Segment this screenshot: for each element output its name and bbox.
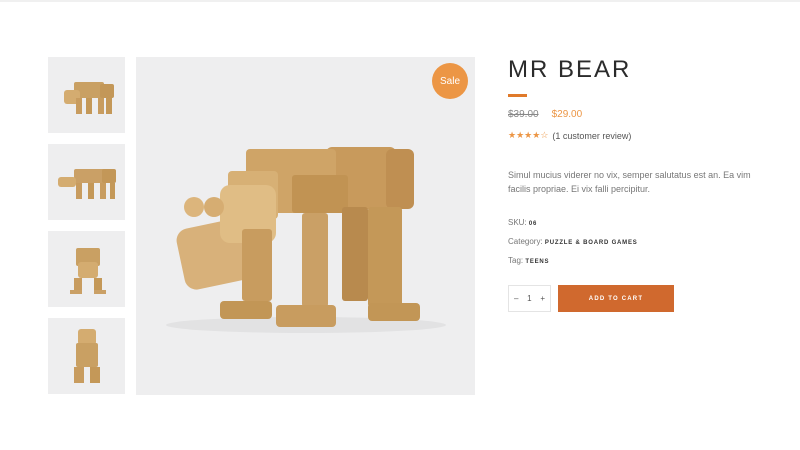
sku-value: 06 <box>528 221 538 227</box>
product-meta: SKU: 06 Category: PUZZLE & BOARD GAMES T… <box>508 218 778 267</box>
category-row: Category: PUZZLE & BOARD GAMES <box>508 237 778 248</box>
top-divider <box>0 0 800 2</box>
sku-row: SKU: 06 <box>508 218 778 229</box>
sale-price: $29.00 <box>551 109 583 120</box>
bear-thumbnail-image <box>57 169 116 199</box>
thumbnail-4[interactable] <box>48 318 125 394</box>
thumbnail-3[interactable] <box>48 231 125 307</box>
thumbnail-1[interactable] <box>48 57 125 133</box>
tag-label: Tag: <box>508 256 524 265</box>
product-description: Simul mucius viderer no vix, semper salu… <box>508 170 751 194</box>
sku-label: SKU: <box>508 218 527 227</box>
product-summary: MR BEAR $39.00 $29.00 ★★★★☆ (1 customer … <box>508 56 778 312</box>
star-empty-icon: ☆ <box>540 130 549 140</box>
bear-thumbnail-image <box>63 82 114 114</box>
thumbnail-2[interactable] <box>48 144 125 220</box>
thumbnail-gallery <box>48 57 125 405</box>
tag-link[interactable]: TEENS <box>525 259 549 265</box>
add-to-cart-button[interactable]: ADD TO CART <box>558 285 674 312</box>
star-filled-icon: ★ <box>516 130 525 140</box>
quantity-value[interactable]: 1 <box>527 294 531 303</box>
decrease-quantity-button[interactable]: – <box>514 294 518 303</box>
star-rating: ★★★★☆ <box>508 130 548 141</box>
price-block: $39.00 $29.00 <box>508 109 778 120</box>
quantity-stepper[interactable]: – 1 + <box>508 285 551 312</box>
category-label: Category: <box>508 237 543 246</box>
rating-row: ★★★★☆ (1 customer review) <box>508 130 778 141</box>
sale-badge: Sale <box>432 63 468 99</box>
title-underline <box>508 94 527 97</box>
wooden-bear-image <box>166 147 446 333</box>
customer-review-link[interactable]: (1 customer review) <box>552 131 631 141</box>
star-filled-icon: ★ <box>508 130 517 140</box>
add-to-cart-form: – 1 + ADD TO CART <box>508 285 778 312</box>
old-price: $39.00 <box>508 109 539 120</box>
bear-thumbnail-image <box>69 248 106 294</box>
main-product-image[interactable]: Sale <box>136 57 475 395</box>
bear-thumbnail-image <box>73 329 100 383</box>
category-link[interactable]: PUZZLE & BOARD GAMES <box>545 240 638 246</box>
increase-quantity-button[interactable]: + <box>540 294 545 303</box>
product-title: MR BEAR <box>508 56 632 83</box>
tag-row: Tag: TEENS <box>508 256 778 267</box>
